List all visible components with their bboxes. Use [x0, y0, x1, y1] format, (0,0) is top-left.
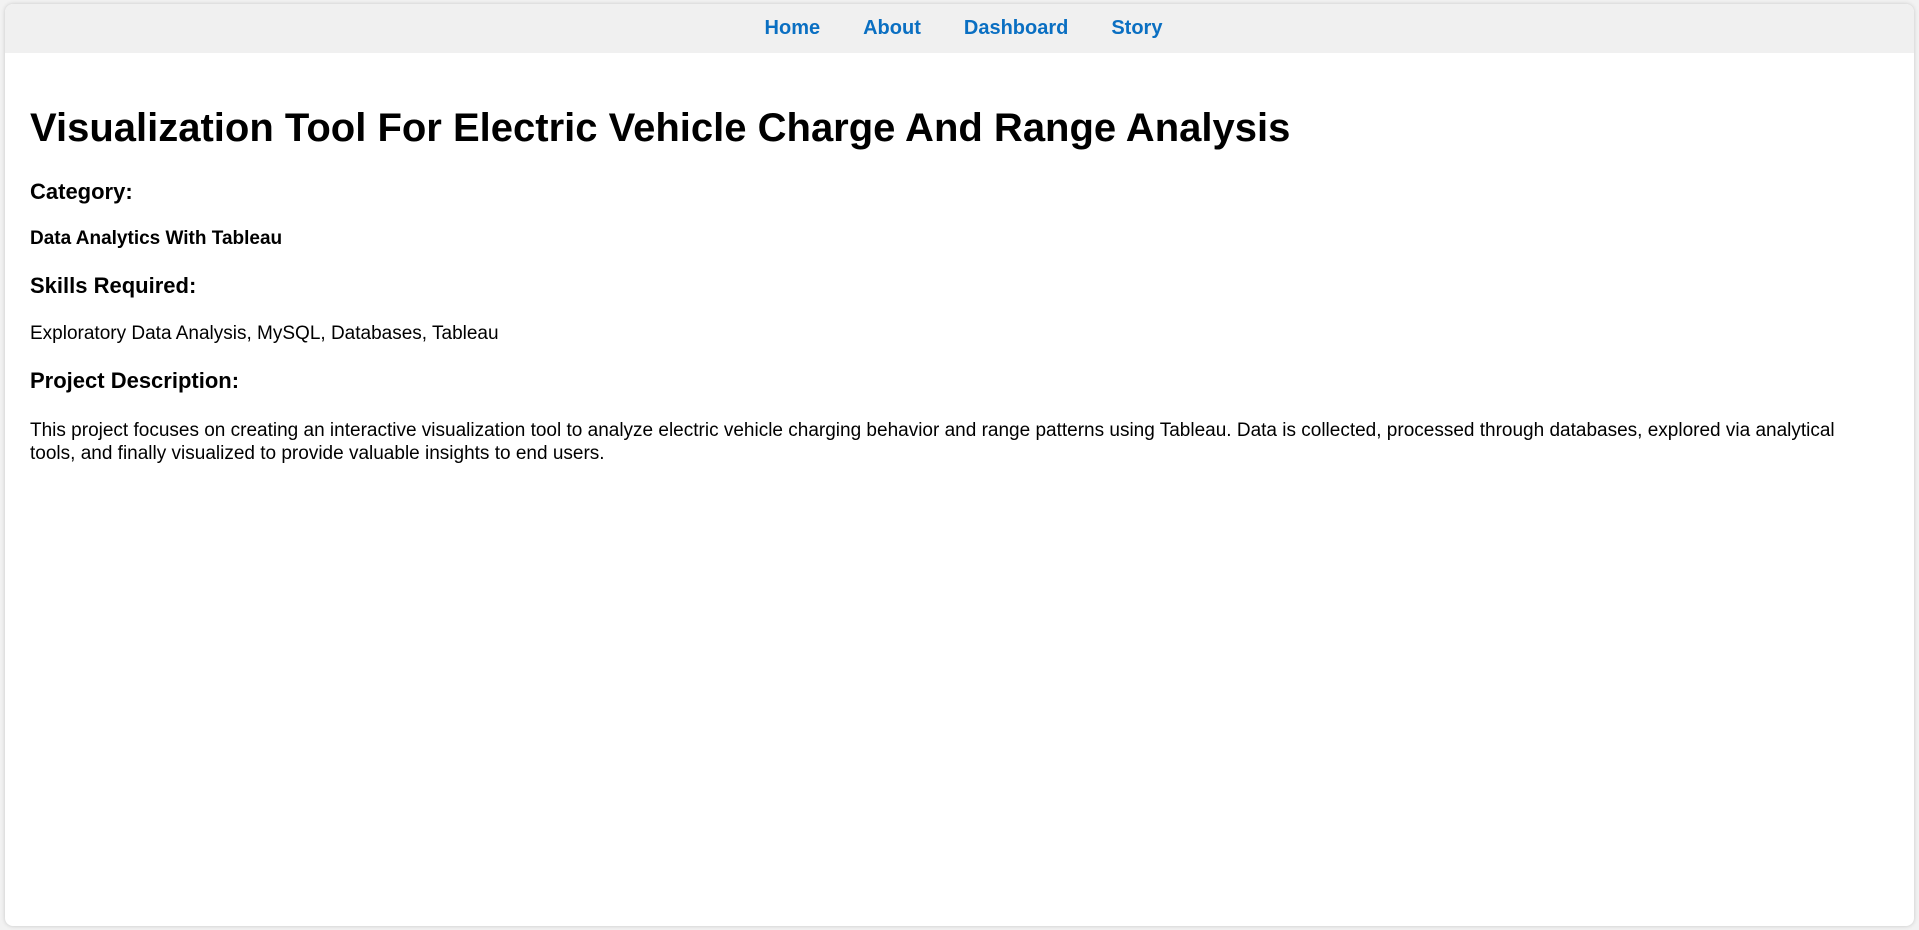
category-heading: Category:	[30, 179, 133, 204]
skills-value: Exploratory Data Analysis, MySQL, Databa…	[30, 323, 499, 344]
page-container: Home About Dashboard Story Visualization…	[5, 4, 1914, 926]
category-value: Data Analytics With Tableau	[30, 228, 283, 249]
description-text: This project focuses on creating an inte…	[30, 420, 1835, 464]
top-navbar: Home About Dashboard Story	[5, 4, 1914, 53]
description-heading: Project Description:	[30, 368, 240, 393]
nav-link-story[interactable]: Story	[1111, 17, 1162, 40]
skills-heading: Skills Required:	[30, 273, 197, 298]
nav-link-home[interactable]: Home	[765, 17, 821, 40]
nav-link-dashboard[interactable]: Dashboard	[964, 17, 1068, 40]
page-title: Visualization Tool For Electric Vehicle …	[30, 106, 1291, 150]
nav-link-about[interactable]: About	[863, 17, 921, 40]
main-content: Visualization Tool For Electric Vehicle …	[5, 53, 1914, 465]
